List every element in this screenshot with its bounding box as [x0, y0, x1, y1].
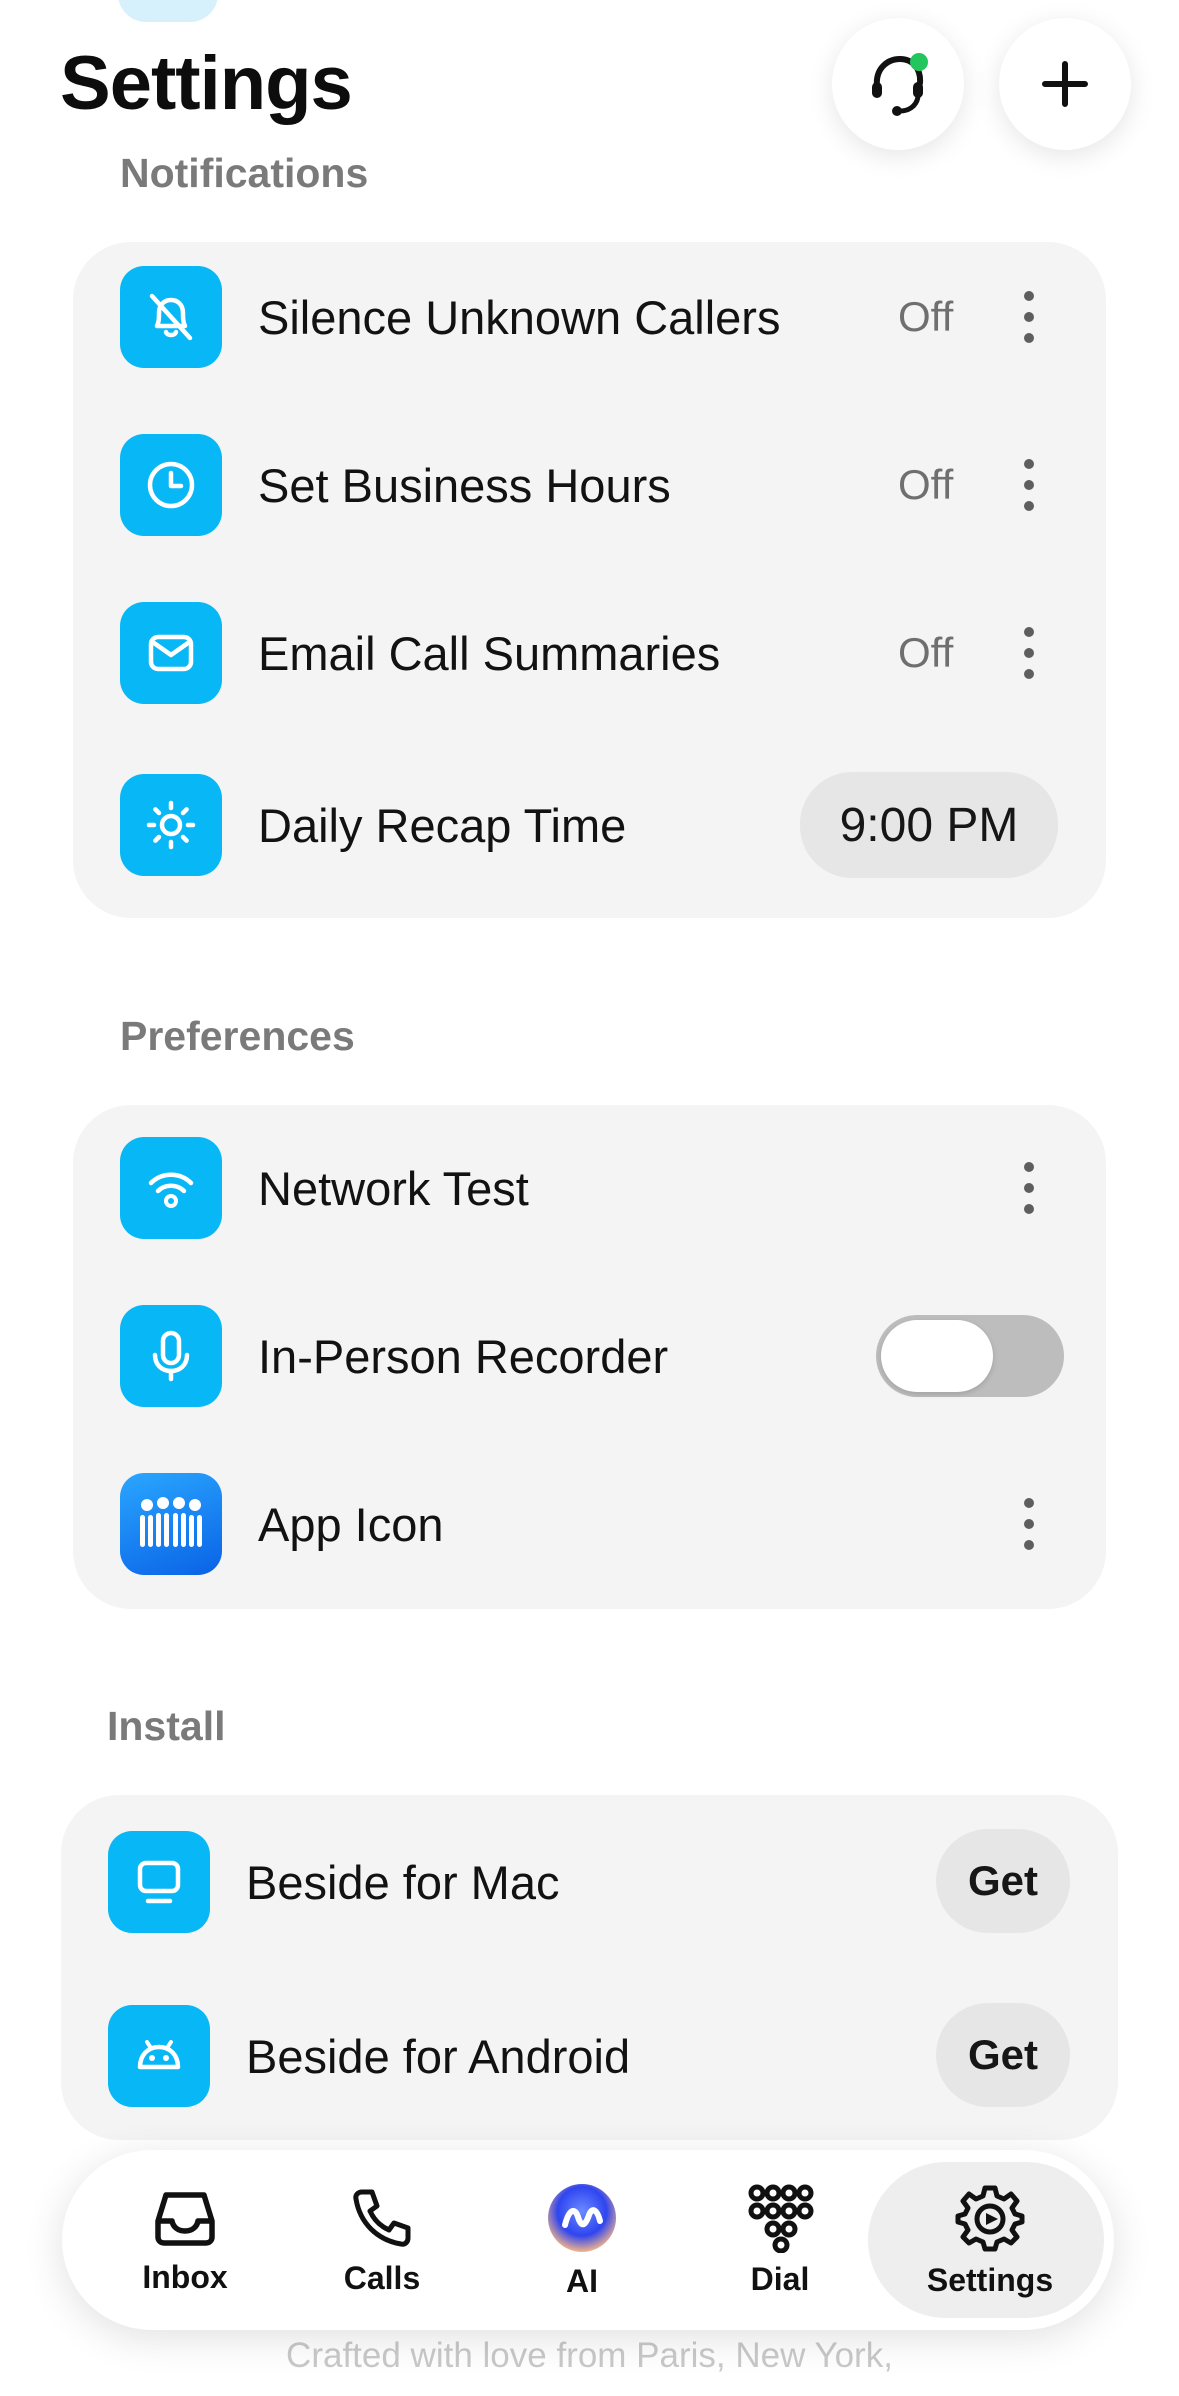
add-button[interactable]	[999, 18, 1131, 150]
install-row-android[interactable]: Beside for Android Get	[61, 1981, 1118, 2131]
wifi-icon	[120, 1137, 222, 1239]
support-button[interactable]	[832, 18, 964, 150]
tab-label: AI	[566, 2262, 598, 2299]
settings-row-in-person-recorder[interactable]: In-Person Recorder	[73, 1281, 1106, 1431]
app-icon	[120, 1473, 222, 1575]
plus-icon	[1042, 61, 1088, 107]
get-android-button[interactable]: Get	[936, 2003, 1070, 2107]
more-options-icon[interactable]	[1023, 1162, 1035, 1214]
tab-label: Calls	[343, 2259, 421, 2296]
tab-label: Inbox	[142, 2258, 228, 2295]
section-label-preferences: Preferences	[120, 1013, 355, 1059]
row-label: Set Business Hours	[258, 458, 671, 512]
settings-row-network-test[interactable]: Network Test	[73, 1113, 1106, 1263]
tab-label: Dial	[750, 2260, 810, 2297]
more-options-icon[interactable]	[1023, 459, 1035, 511]
inbox-icon	[155, 2191, 215, 2246]
row-label: Daily Recap Time	[258, 798, 627, 852]
get-mac-button[interactable]: Get	[936, 1829, 1070, 1933]
support-agent-icon	[872, 53, 928, 116]
footer-credits: Crafted with love from Paris, New York,	[286, 2336, 893, 2375]
ai-orb-icon	[548, 2183, 616, 2252]
settings-row-set-business-hours[interactable]: Set Business Hours Off	[73, 410, 1106, 560]
settings-row-silence-unknown-callers[interactable]: Silence Unknown Callers Off	[73, 242, 1106, 392]
clock-icon	[120, 434, 222, 536]
scrolled-item-peek	[118, 0, 218, 22]
gear-icon	[955, 2185, 1025, 2251]
online-status-dot	[910, 53, 928, 71]
row-value: Off	[898, 293, 954, 340]
settings-row-app-icon[interactable]: App Icon	[73, 1449, 1106, 1599]
toggle-knob	[881, 1320, 993, 1392]
tab-dial[interactable]: Dial	[685, 2150, 875, 2330]
tab-inbox[interactable]: Inbox	[90, 2150, 280, 2330]
notifications-card: Silence Unknown Callers Off Set Business…	[73, 242, 1106, 918]
sun-icon	[120, 774, 222, 876]
more-options-icon[interactable]	[1023, 1498, 1035, 1550]
android-icon	[108, 2005, 210, 2107]
row-label: App Icon	[258, 1497, 444, 1551]
dialpad-icon	[748, 2184, 814, 2253]
row-value: Off	[898, 629, 954, 676]
mail-icon	[120, 602, 222, 704]
row-label: In-Person Recorder	[258, 1329, 669, 1383]
row-label: Email Call Summaries	[258, 626, 721, 680]
settings-row-email-call-summaries[interactable]: Email Call Summaries Off	[73, 578, 1106, 728]
tab-label: Settings	[926, 2261, 1054, 2298]
phone-icon	[353, 2189, 411, 2247]
desktop-icon	[108, 1831, 210, 1933]
in-person-recorder-toggle[interactable]	[876, 1315, 1064, 1397]
row-label: Network Test	[258, 1161, 529, 1215]
row-value: Off	[898, 461, 954, 508]
more-options-icon[interactable]	[1023, 291, 1035, 343]
tab-calls[interactable]: Calls	[287, 2150, 477, 2330]
install-card: Beside for Mac Get Beside for Android Ge…	[61, 1795, 1118, 2140]
microphone-icon	[120, 1305, 222, 1407]
more-options-icon[interactable]	[1023, 627, 1035, 679]
page-title: Settings	[60, 41, 353, 126]
row-label: Beside for Android	[246, 2029, 631, 2083]
row-label: Beside for Mac	[246, 1855, 560, 1909]
tab-settings[interactable]: Settings	[890, 2150, 1090, 2330]
install-row-mac[interactable]: Beside for Mac Get	[61, 1807, 1118, 1957]
recap-time-button[interactable]: 9:00 PM	[800, 772, 1058, 878]
preferences-card: Network Test In-Person Recorder App Icon	[73, 1105, 1106, 1609]
section-label-install: Install	[107, 1703, 226, 1749]
row-label: Silence Unknown Callers	[258, 290, 781, 344]
tab-ai[interactable]: AI	[487, 2150, 677, 2330]
section-label-notifications: Notifications	[120, 150, 369, 196]
settings-row-daily-recap-time[interactable]: Daily Recap Time 9:00 PM	[73, 750, 1106, 900]
bell-slash-icon	[120, 266, 222, 368]
